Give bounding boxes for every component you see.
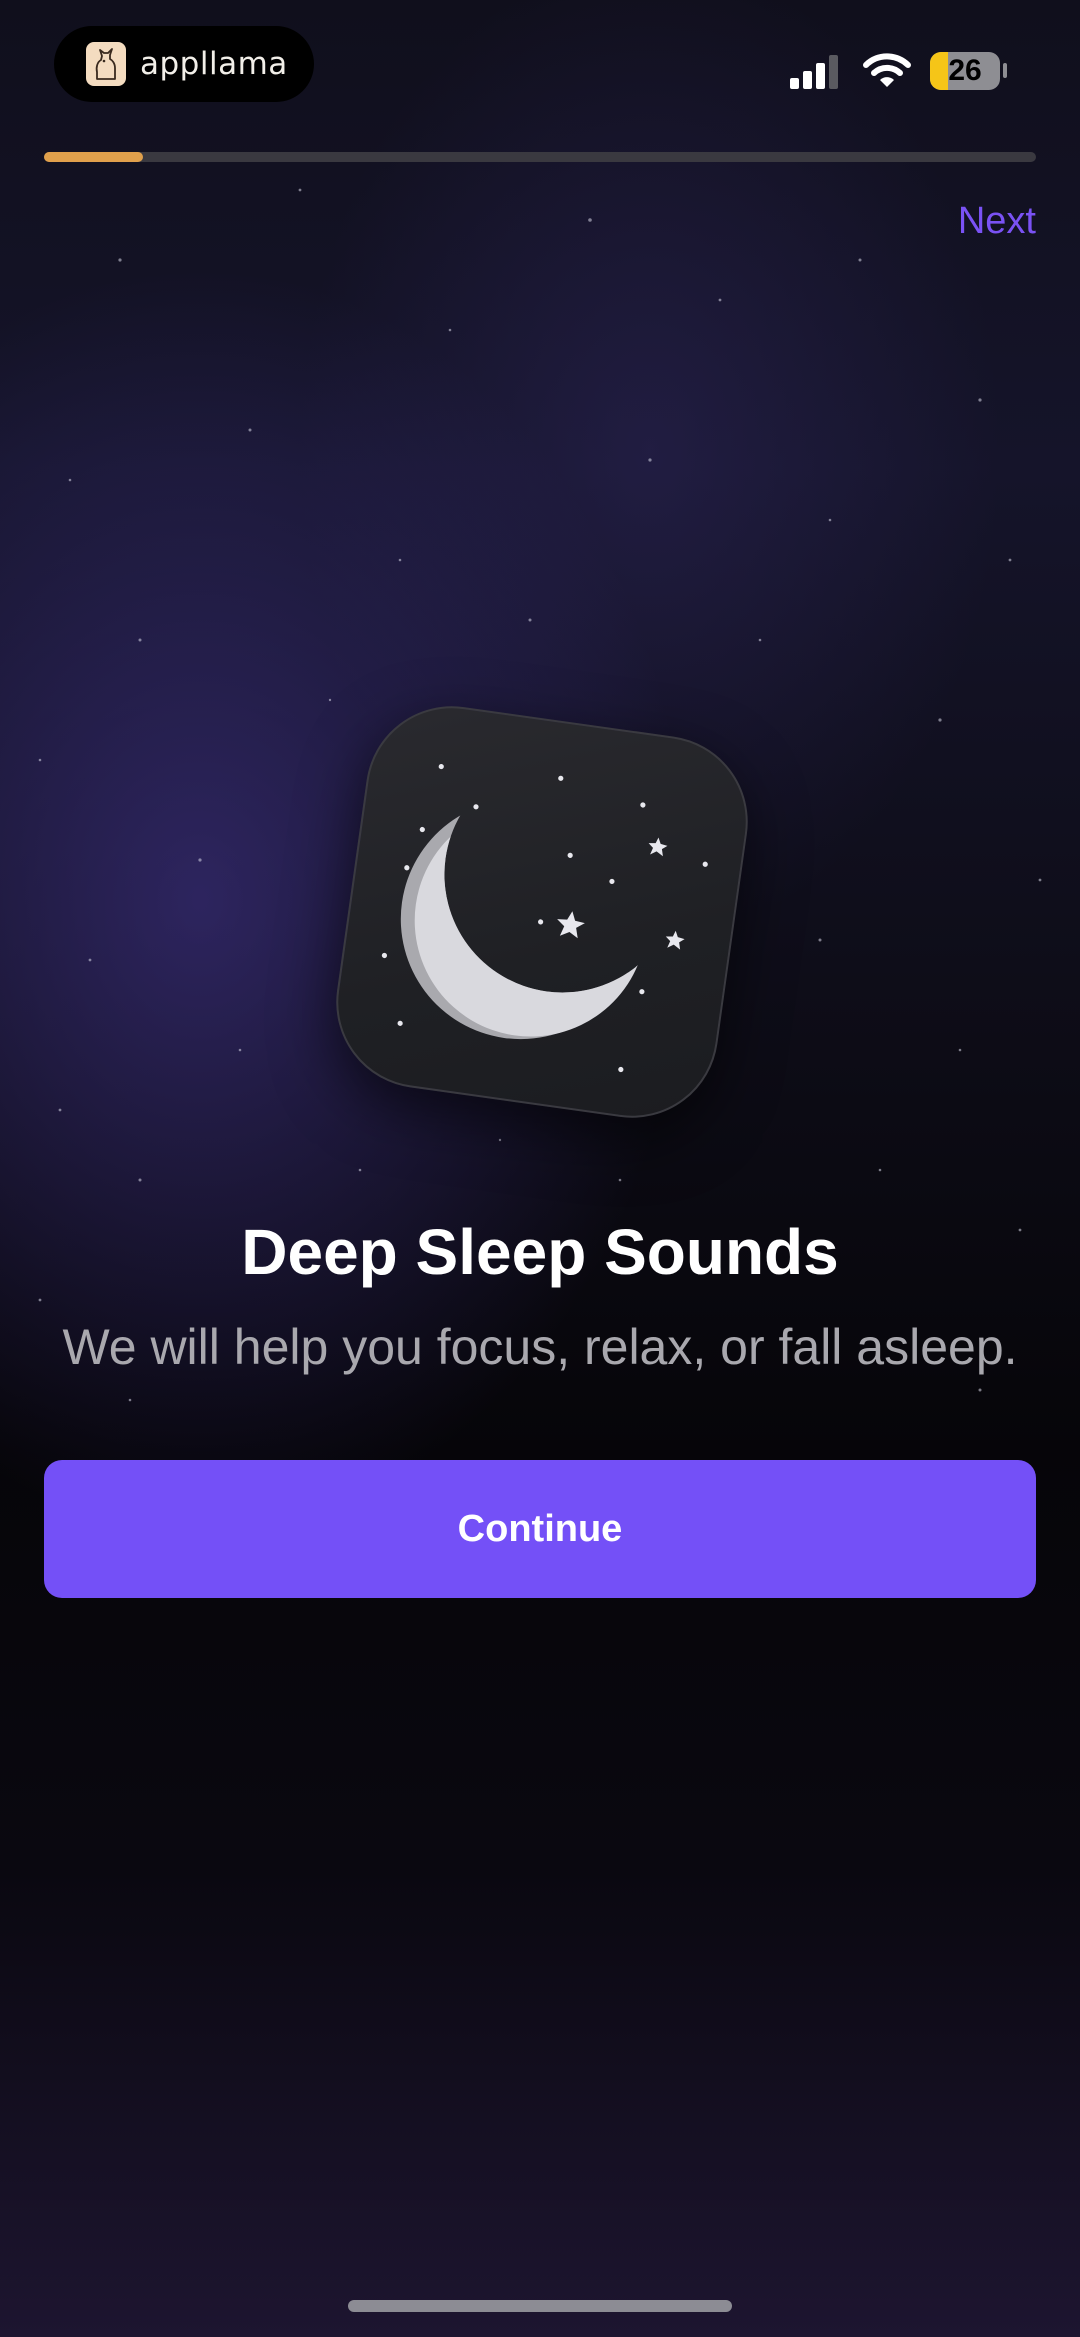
crescent-moon-stars-icon: [325, 695, 759, 1129]
battery-indicator: 26: [930, 52, 1000, 90]
brand-name: appllama: [140, 46, 288, 82]
cellular-signal-icon: [790, 55, 838, 89]
continue-button[interactable]: Continue: [44, 1460, 1036, 1598]
llama-logo-icon: [86, 42, 126, 86]
onboarding-progress-fill: [44, 152, 144, 162]
brand-pill: appllama: [54, 26, 314, 102]
wifi-icon: [863, 53, 911, 87]
onboarding-screen: appllama 26 Next Deep Sleep Sounds We wi…: [0, 0, 1080, 2337]
page-title: Deep Sleep Sounds: [241, 1216, 839, 1288]
battery-percentage: 26: [948, 54, 982, 87]
battery-nub: [1003, 63, 1007, 78]
home-indicator[interactable]: [348, 2300, 732, 2312]
next-button[interactable]: Next: [958, 200, 1036, 243]
onboarding-progress-bar: [44, 152, 1036, 162]
page-subtitle: We will help you focus, relax, or fall a…: [62, 1319, 1018, 1375]
